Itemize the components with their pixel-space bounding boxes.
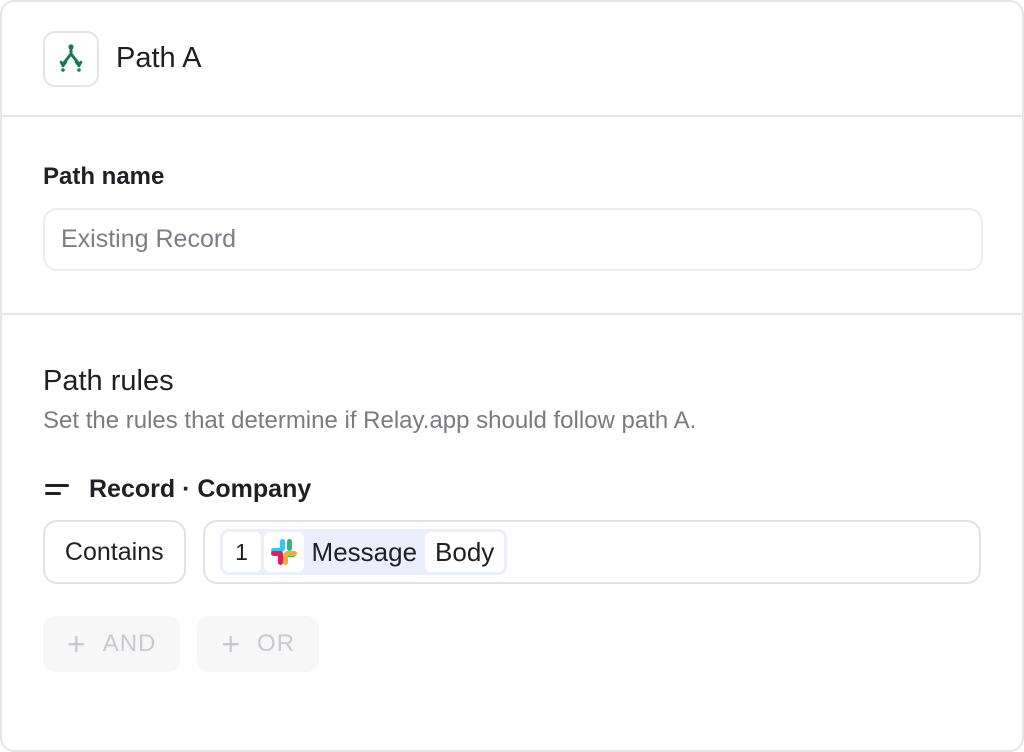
path-rules-section: Path rules Set the rules that determine … bbox=[2, 315, 1022, 672]
panel-header: Path A bbox=[2, 2, 1022, 117]
token-step-number: 1 bbox=[222, 532, 261, 572]
rule-row: Contains 1 Message Body bbox=[43, 520, 981, 584]
rule-value-input[interactable]: 1 Message Body bbox=[202, 520, 981, 584]
path-rules-description: Set the rules that determine if Relay.ap… bbox=[43, 407, 697, 434]
add-and-label: AND bbox=[102, 630, 157, 657]
plus-icon: + bbox=[67, 626, 87, 662]
slack-icon bbox=[263, 532, 304, 572]
path-name-label: Path name bbox=[43, 163, 165, 190]
path-name-section: Path name Existing Record bbox=[2, 117, 1022, 315]
add-or-button[interactable]: + OR bbox=[197, 616, 320, 672]
variable-token[interactable]: 1 Message Body bbox=[219, 529, 508, 575]
token-label: Message bbox=[311, 536, 418, 567]
path-name-input[interactable]: Existing Record bbox=[43, 208, 983, 271]
path-rules-title: Path rules bbox=[43, 365, 174, 397]
page-title: Path A bbox=[116, 42, 202, 74]
path-split-icon bbox=[43, 30, 99, 87]
plus-icon: + bbox=[221, 626, 242, 662]
operator-select[interactable]: Contains bbox=[43, 520, 186, 584]
path-panel: Path A Path name Existing Record Path ru… bbox=[0, 0, 1024, 752]
rule-field: Record · Company bbox=[43, 475, 981, 504]
field-lines-icon bbox=[45, 483, 69, 495]
logic-buttons: + AND + OR bbox=[43, 616, 981, 672]
token-property: Body bbox=[425, 532, 505, 572]
add-or-label: OR bbox=[257, 630, 296, 657]
add-and-button[interactable]: + AND bbox=[43, 616, 181, 672]
rule-field-label: Record · Company bbox=[89, 475, 312, 503]
